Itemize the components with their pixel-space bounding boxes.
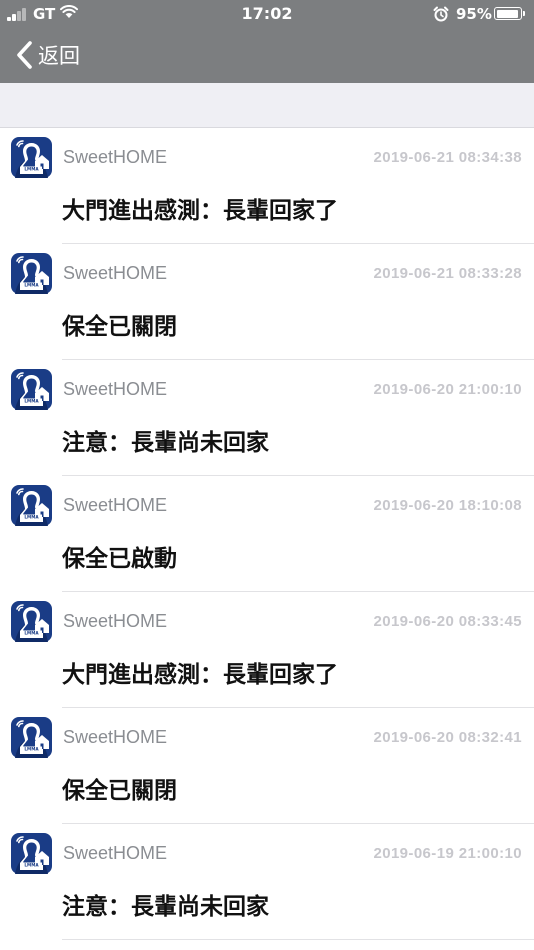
- notification-message: 大門進出感測：長輩回家了: [62, 198, 338, 224]
- notification-message: 注意：長輩尚未回家: [62, 894, 269, 920]
- app-name: SweetHOME: [63, 379, 168, 399]
- app-name: SweetHOME: [63, 263, 168, 283]
- notification-list[interactable]: LMMA SweetHOME 2019-06-21 08:34:38 大門進出感…: [0, 128, 534, 940]
- chevron-left-icon: [17, 41, 32, 69]
- notification-timestamp: 2019-06-20 08:33:45: [373, 613, 522, 630]
- notification-message: 保全已啟動: [62, 546, 177, 572]
- notification-message: 注意：長輩尚未回家: [62, 430, 269, 456]
- svg-text:LMMA: LMMA: [24, 515, 39, 520]
- sweethome-app-icon: LMMA: [11, 369, 52, 410]
- notification-item[interactable]: LMMA SweetHOME 2019-06-20 18:10:08 保全已啟動: [0, 476, 534, 592]
- status-bar: GT 17:02 95%: [0, 0, 534, 28]
- sweethome-app-icon: LMMA: [11, 137, 52, 178]
- notification-item[interactable]: LMMA SweetHOME 2019-06-19 21:00:10 注意：長輩…: [0, 824, 534, 940]
- notification-timestamp: 2019-06-21 08:33:28: [373, 265, 522, 282]
- battery-icon: [494, 7, 525, 20]
- app-name: SweetHOME: [63, 147, 168, 167]
- svg-text:LMMA: LMMA: [24, 747, 39, 752]
- app-name: SweetHOME: [63, 727, 168, 747]
- notification-timestamp: 2019-06-21 08:34:38: [373, 149, 522, 166]
- battery-fill: [496, 9, 519, 18]
- svg-text:LMMA: LMMA: [24, 283, 39, 288]
- alarm-icon: [433, 6, 449, 22]
- battery-percent: 95%: [456, 5, 492, 23]
- app-name: SweetHOME: [63, 843, 168, 863]
- notification-item[interactable]: LMMA SweetHOME 2019-06-20 08:33:45 大門進出感…: [0, 592, 534, 708]
- notification-message: 保全已關閉: [62, 314, 177, 340]
- svg-text:LMMA: LMMA: [24, 863, 39, 868]
- svg-text:LMMA: LMMA: [24, 167, 39, 172]
- sweethome-app-icon: LMMA: [11, 717, 52, 758]
- notification-timestamp: 2019-06-20 21:00:10: [373, 381, 522, 398]
- notification-timestamp: 2019-06-19 21:00:10: [373, 845, 522, 862]
- list-header-spacer: [0, 83, 534, 128]
- app-name: SweetHOME: [63, 495, 168, 515]
- notification-item[interactable]: LMMA SweetHOME 2019-06-20 08:32:41 保全已關閉: [0, 708, 534, 824]
- row-divider: [62, 939, 534, 940]
- back-label: 返回: [38, 44, 80, 68]
- notification-timestamp: 2019-06-20 18:10:08: [373, 497, 522, 514]
- notification-item[interactable]: LMMA SweetHOME 2019-06-20 21:00:10 注意：長輩…: [0, 360, 534, 476]
- notification-message: 保全已關閉: [62, 778, 177, 804]
- notification-item[interactable]: LMMA SweetHOME 2019-06-21 08:34:38 大門進出感…: [0, 128, 534, 244]
- back-button[interactable]: 返回: [14, 38, 80, 72]
- sweethome-app-icon: LMMA: [11, 485, 52, 526]
- navigation-bar: 返回: [0, 28, 534, 83]
- svg-text:LMMA: LMMA: [24, 399, 39, 404]
- sweethome-app-icon: LMMA: [11, 601, 52, 642]
- notification-message: 大門進出感測：長輩回家了: [62, 662, 338, 688]
- notification-item[interactable]: LMMA SweetHOME 2019-06-21 08:33:28 保全已關閉: [0, 244, 534, 360]
- clock: 17:02: [241, 4, 293, 23]
- app-name: SweetHOME: [63, 611, 168, 631]
- svg-text:LMMA: LMMA: [24, 631, 39, 636]
- sweethome-app-icon: LMMA: [11, 833, 52, 874]
- notification-timestamp: 2019-06-20 08:32:41: [373, 729, 522, 746]
- sweethome-app-icon: LMMA: [11, 253, 52, 294]
